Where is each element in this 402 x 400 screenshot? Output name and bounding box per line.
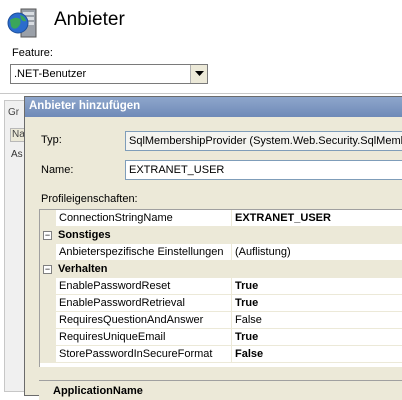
property-name: EnablePasswordRetrieval (56, 295, 232, 312)
property-row[interactable]: RequiresQuestionAndAnswer False (40, 312, 402, 329)
row-gutter (40, 210, 56, 227)
property-row[interactable]: Anbieterspezifische Einstellungen (Aufli… (40, 244, 402, 261)
description-title: ApplicationName (53, 385, 143, 397)
profile-properties-label: Profileigenschaften: (41, 193, 138, 205)
property-value[interactable]: True (232, 329, 402, 346)
page-title: Anbieter (54, 9, 125, 30)
property-value[interactable]: False (232, 312, 402, 329)
property-name: RequiresUniqueEmail (56, 329, 232, 346)
property-row[interactable]: ConnectionStringName EXTRANET_USER (40, 210, 402, 227)
property-grid: ConnectionStringName EXTRANET_USER − Son… (39, 209, 402, 367)
row-gutter (40, 295, 56, 312)
background-list-item[interactable]: As (11, 149, 23, 160)
property-row[interactable]: RequiresUniqueEmail True (40, 329, 402, 346)
property-name: StorePasswordInSecureFormat (56, 346, 232, 363)
feature-dropdown[interactable]: .NET-Benutzer (10, 64, 208, 84)
property-value[interactable]: True (232, 295, 402, 312)
property-name: RequiresQuestionAndAnswer (56, 312, 232, 329)
collapse-icon[interactable]: − (43, 231, 52, 240)
type-field[interactable]: SqlMembershipProvider (System.Web.Securi… (125, 131, 402, 151)
collapse-icon[interactable]: − (43, 265, 52, 274)
property-row[interactable]: StorePasswordInSecureFormat False (40, 346, 402, 363)
property-row[interactable]: EnablePasswordReset True (40, 278, 402, 295)
row-gutter (40, 244, 56, 261)
name-label: Name: (41, 164, 74, 176)
feature-dropdown-value: .NET-Benutzer (14, 68, 87, 80)
add-provider-dialog: Anbieter hinzufügen Typ: SqlMembershipPr… (24, 96, 402, 400)
category-sonstiges[interactable]: − Sonstiges (40, 227, 402, 244)
feature-label: Feature: (12, 47, 53, 59)
property-name: EnablePasswordReset (56, 278, 232, 295)
property-value[interactable]: EXTRANET_USER (232, 210, 402, 227)
dropdown-arrow-icon[interactable] (190, 65, 207, 83)
category-label: Verhalten (58, 263, 108, 275)
dialog-title[interactable]: Anbieter hinzufügen (25, 97, 402, 117)
property-value[interactable]: (Auflistung) (232, 244, 402, 261)
property-row[interactable]: EnablePasswordRetrieval True (40, 295, 402, 312)
property-name: ConnectionStringName (56, 210, 232, 227)
property-value[interactable]: False (232, 346, 402, 363)
category-label: Sonstiges (58, 229, 111, 241)
server-globe-icon (7, 8, 37, 38)
type-label: Typ: (41, 134, 62, 146)
background-tab-label[interactable]: Gr (8, 107, 19, 118)
property-name: Anbieterspezifische Einstellungen (56, 244, 232, 261)
row-gutter (40, 278, 56, 295)
row-gutter (40, 312, 56, 329)
property-value[interactable]: True (232, 278, 402, 295)
name-field[interactable]: EXTRANET_USER (125, 160, 402, 180)
row-gutter (40, 329, 56, 346)
header-divider (0, 93, 402, 94)
category-verhalten[interactable]: − Verhalten (40, 261, 402, 278)
description-area: ApplicationName (39, 380, 402, 400)
row-gutter (40, 346, 56, 363)
